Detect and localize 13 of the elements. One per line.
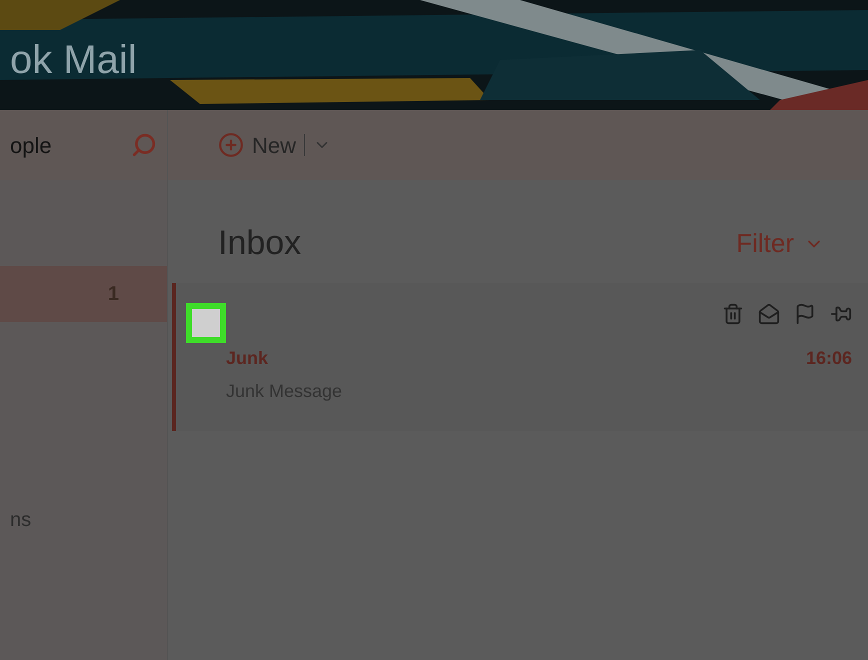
envelope-icon[interactable] — [758, 303, 780, 325]
trash-icon[interactable] — [722, 303, 744, 325]
search-field[interactable]: ople — [10, 128, 100, 162]
message-checkbox[interactable] — [186, 303, 226, 343]
plus-icon — [218, 132, 244, 158]
flag-icon[interactable] — [794, 303, 816, 325]
app-title: ok Mail — [10, 38, 137, 82]
search-icon[interactable] — [131, 132, 157, 158]
folder-tag: Junk — [226, 345, 268, 372]
filter-button[interactable]: Filter — [736, 224, 824, 263]
inbox-heading: Inbox — [218, 223, 302, 264]
new-button[interactable]: New — [218, 128, 296, 162]
message-time: 16:06 — [806, 347, 852, 370]
